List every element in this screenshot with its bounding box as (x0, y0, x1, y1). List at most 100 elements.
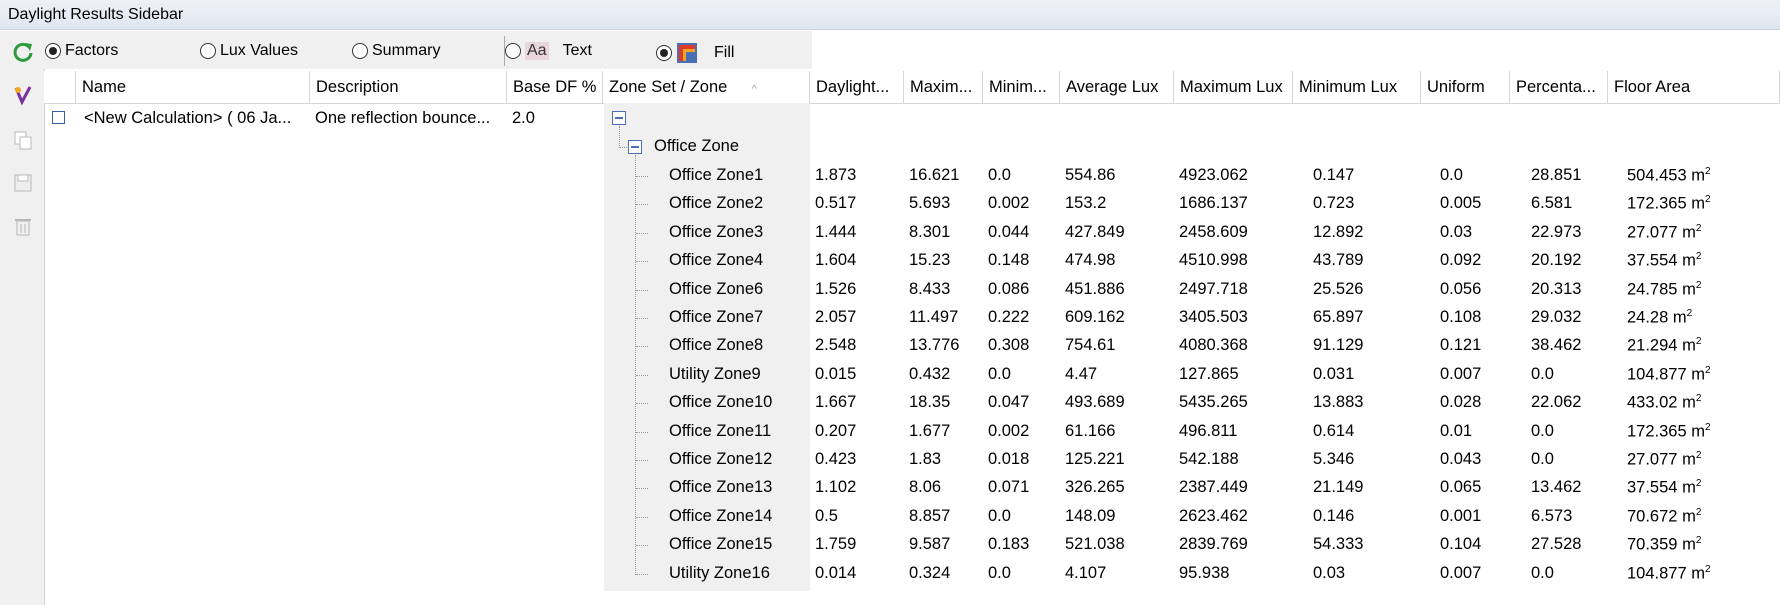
zone-maxim: 1.83 (909, 450, 942, 468)
refresh-icon[interactable] (12, 41, 34, 63)
fill-style-icon (676, 42, 698, 64)
zone-uniform: 0.104 (1440, 535, 1482, 554)
zone-floor-area-value: 70.672 (1627, 507, 1678, 526)
zone-uniform: 0.028 (1440, 393, 1482, 412)
area-unit-exponent: 2 (1705, 563, 1711, 575)
zone-average-lux: 493.689 (1065, 393, 1125, 412)
zone-minim: 0.071 (988, 478, 1030, 497)
col-minim[interactable]: Minim... (983, 71, 1060, 103)
zone-name: Office Zone12 (669, 450, 773, 468)
zone-maximum-lux: 4080.368 (1179, 336, 1248, 355)
lux-values-radio[interactable]: Lux Values (200, 42, 298, 60)
col-zone-set[interactable]: Zone Set / Zone ^ (603, 71, 810, 103)
zone-floor-area-value: 433.02 (1627, 393, 1678, 412)
calculation-checkbox[interactable] (52, 111, 65, 124)
zone-daylight: 1.759 (815, 535, 857, 554)
zone-minimum-lux: 0.614 (1313, 421, 1355, 440)
zone-floor-area: 24.785 m2 (1627, 280, 1701, 300)
col-percenta[interactable]: Percenta... (1510, 71, 1608, 103)
area-unit: m (1691, 365, 1705, 384)
zone-daylight: 0.207 (815, 421, 857, 440)
collapse-root-icon[interactable] (612, 111, 626, 125)
col-minimum-lux[interactable]: Minimum Lux (1293, 71, 1421, 103)
zone-daylight: 0.423 (815, 450, 857, 468)
zone-floor-area: 24.28 m2 (1627, 308, 1692, 328)
zone-maxim: 1.677 (909, 421, 951, 440)
zone-minimum-lux: 0.03 (1313, 563, 1346, 582)
tree-line (635, 155, 636, 575)
zone-maximum-lux: 5435.265 (1179, 393, 1248, 412)
area-unit-exponent: 2 (1695, 251, 1702, 263)
zone-average-lux: 554.86 (1065, 166, 1116, 184)
area-unit-exponent: 2 (1695, 222, 1702, 234)
zone-minimum-lux: 0.723 (1313, 194, 1355, 213)
zone-daylight: 1.873 (815, 166, 857, 184)
tree-line (636, 232, 648, 234)
zone-average-lux: 153.2 (1065, 194, 1107, 213)
zone-percentage: 22.973 (1531, 222, 1582, 241)
zone-uniform: 0.121 (1440, 336, 1482, 355)
zone-floor-area-value: 172.365 (1627, 194, 1687, 213)
calculation-base-df: 2.0 (512, 109, 535, 127)
zone-floor-area-value: 104.877 (1627, 365, 1687, 384)
zone-name: Office Zone13 (669, 478, 773, 497)
col-floor-area[interactable]: Floor Area (1608, 71, 1780, 103)
zone-average-lux: 427.849 (1065, 222, 1125, 241)
col-maximum-lux[interactable]: Maximum Lux (1174, 71, 1293, 103)
zone-floor-area: 27.077 m2 (1627, 223, 1701, 243)
save-icon[interactable] (12, 172, 34, 194)
zone-percentage: 0.0 (1531, 563, 1554, 582)
zone-minim: 0.0 (988, 506, 1011, 525)
zone-percentage: 20.192 (1531, 251, 1582, 270)
area-unit: m (1691, 194, 1705, 213)
collapse-zone-set-icon[interactable] (628, 140, 642, 154)
zone-maxim: 15.23 (909, 251, 951, 270)
zone-minimum-lux: 13.883 (1313, 393, 1364, 412)
zone-floor-area-value: 27.077 (1627, 223, 1678, 242)
zone-name: Office Zone1 (669, 166, 764, 184)
col-description[interactable]: Description (310, 71, 507, 103)
zone-floor-area-value: 24.785 (1627, 280, 1678, 299)
zone-average-lux: 521.038 (1065, 535, 1125, 554)
zone-maximum-lux: 542.188 (1179, 450, 1239, 468)
col-average-lux[interactable]: Average Lux (1060, 71, 1174, 103)
tree-line (619, 126, 620, 148)
area-unit: m (1682, 393, 1696, 412)
area-unit: m (1682, 336, 1696, 355)
zone-name: Office Zone3 (669, 222, 764, 241)
radio-indicator (352, 43, 368, 59)
text-radio[interactable]: Aa Text (505, 42, 592, 60)
radio-indicator (656, 45, 672, 61)
delete-icon[interactable] (12, 215, 34, 237)
zone-daylight: 0.5 (815, 506, 838, 525)
zone-floor-area: 37.554 m2 (1627, 251, 1701, 271)
zone-uniform: 0.043 (1440, 450, 1482, 468)
zone-name: Office Zone4 (669, 251, 764, 270)
col-maxim[interactable]: Maxim... (904, 71, 983, 103)
zone-percentage: 0.0 (1531, 421, 1554, 440)
tree-line (636, 176, 648, 177)
zone-average-lux: 609.162 (1065, 308, 1125, 326)
zone-floor-area: 37.554 m2 (1627, 478, 1701, 498)
area-unit-exponent: 2 (1705, 166, 1711, 177)
summary-radio[interactable]: Summary (352, 42, 440, 60)
col-daylight[interactable]: Daylight... (810, 71, 904, 103)
tree-line (636, 573, 648, 575)
zone-set-label[interactable]: Office Zone (654, 137, 739, 156)
copy-icon[interactable] (12, 129, 34, 151)
fill-radio[interactable]: Fill (656, 42, 734, 64)
zone-percentage: 22.062 (1531, 393, 1582, 412)
add-calculation-icon[interactable] (12, 84, 34, 106)
zone-floor-area-value: 70.359 (1627, 535, 1678, 554)
col-name[interactable]: Name (76, 71, 310, 103)
table-header: Name Description Base DF % Zone Set / Zo… (44, 71, 1780, 104)
factors-radio[interactable]: Factors (45, 42, 118, 60)
factors-label: Factors (65, 42, 119, 59)
zone-maximum-lux: 1686.137 (1179, 194, 1248, 213)
zone-uniform: 0.007 (1440, 364, 1482, 383)
row-indicator-header (44, 71, 76, 103)
calculation-name: <New Calculation> ( 06 Ja... (84, 109, 292, 127)
col-uniform[interactable]: Uniform (1421, 71, 1510, 103)
col-base-df[interactable]: Base DF % (507, 71, 603, 103)
zone-maxim: 9.587 (909, 535, 951, 554)
